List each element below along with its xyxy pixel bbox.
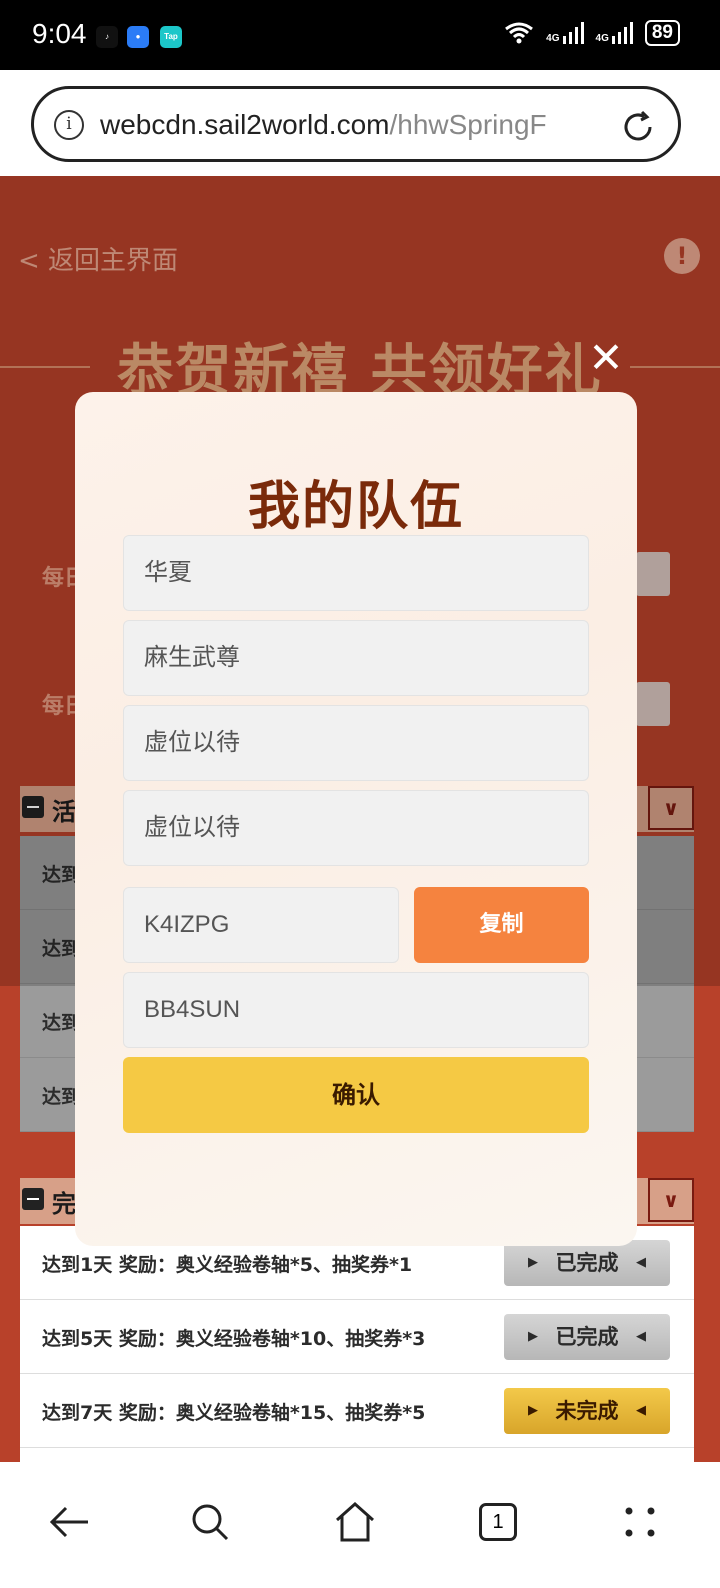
team-member-field: 华夏 [123, 535, 589, 611]
status-time: 9:04 [32, 18, 87, 49]
search-icon [192, 1504, 229, 1541]
copy-button[interactable]: 复制 [414, 887, 589, 963]
arrow-left-icon [49, 1506, 88, 1538]
collapse-icon [22, 1188, 44, 1210]
search-button[interactable] [180, 1492, 240, 1552]
url-domain: webcdn.sail2world.com [100, 109, 390, 140]
chevron-down-icon[interactable]: ∨ [648, 1178, 694, 1222]
taptap-icon: Tap [160, 26, 182, 48]
reward-label: 达到5天 奖励：奥义经验卷轴*10、抽奖券*3 [42, 1328, 426, 1350]
team-modal: 我的队伍 华夏 麻生武尊 虚位以待 虚位以待 K4IZPG 复制 BB4SUN … [75, 392, 637, 1246]
tiktok-icon: ♪ [96, 26, 118, 48]
status-button[interactable]: ▶ 已完成 ◀ [504, 1240, 670, 1286]
team-member-field: 虚位以待 [123, 705, 589, 781]
reload-icon[interactable] [620, 109, 656, 145]
section-title: 完 [52, 1190, 76, 1218]
close-icon[interactable]: ✕ [584, 336, 628, 380]
team-code-field: K4IZPG [123, 887, 399, 963]
tabs-icon: 1 [479, 1503, 517, 1541]
home-button[interactable] [325, 1492, 385, 1552]
status-label: 已完成 [555, 1251, 619, 1275]
signal-2: 4G [596, 22, 633, 44]
site-info-icon[interactable]: i [54, 110, 84, 140]
signal-icon [611, 22, 633, 44]
modal-title: 我的队伍 [247, 477, 464, 537]
status-button[interactable]: ▶ 已完成 ◀ [504, 1314, 670, 1360]
url-text[interactable]: webcdn.sail2world.com/hhwSpringF [100, 109, 600, 141]
confirm-button[interactable]: 确认 [123, 1057, 589, 1133]
network-type-1: 4G [546, 33, 560, 44]
signal-icon [562, 22, 584, 44]
network-type-2: 4G [595, 33, 609, 44]
browser-bottom-nav: 1 [0, 1462, 720, 1588]
status-label: 未完成 [555, 1399, 619, 1423]
url-path: /hhwSpringF [389, 109, 547, 140]
reward-list: 达到1天 奖励：奥义经验卷轴*5、抽奖券*1 ▶ 已完成 ◀ 达到5天 奖励：奥义经… [20, 1226, 694, 1462]
status-bar: 9:04 ♪ ● Tap 4G 4G 89 [0, 0, 720, 70]
tab-count: 1 [492, 1511, 504, 1533]
join-code-input[interactable]: BB4SUN [123, 972, 589, 1048]
team-member-field: 虚位以待 [123, 790, 589, 866]
reward-label: 达到1天 奖励：奥义经验卷轴*5、抽奖券*1 [42, 1254, 413, 1276]
status-button[interactable]: ▶ 未完成 ◀ [504, 1388, 670, 1434]
list-item: 达到5天 奖励：奥义经验卷轴*10、抽奖券*3 ▶ 已完成 ◀ [20, 1300, 694, 1374]
team-member-field: 麻生武尊 [123, 620, 589, 696]
list-item: 达到7天 奖励：奥义经验卷轴*15、抽奖券*5 ▶ 未完成 ◀ [20, 1374, 694, 1448]
status-label: 已完成 [555, 1325, 619, 1349]
home-icon [336, 1501, 374, 1542]
message-icon: ● [127, 26, 149, 48]
more-dots-icon [625, 1507, 655, 1537]
tabs-button[interactable]: 1 [468, 1492, 528, 1552]
back-button[interactable] [40, 1492, 100, 1552]
reward-label: 达到7天 奖励：奥义经验卷轴*15、抽奖券*5 [42, 1402, 426, 1424]
battery-indicator: 89 [644, 20, 680, 46]
signal-1: 4G [546, 22, 584, 44]
browser-toolbar: i webcdn.sail2world.com/hhwSpringF [0, 70, 720, 176]
status-indicators: 4G 4G 89 [504, 20, 680, 46]
address-bar[interactable]: i webcdn.sail2world.com/hhwSpringF [31, 86, 681, 162]
wifi-icon [505, 22, 534, 44]
menu-button[interactable] [610, 1492, 670, 1552]
